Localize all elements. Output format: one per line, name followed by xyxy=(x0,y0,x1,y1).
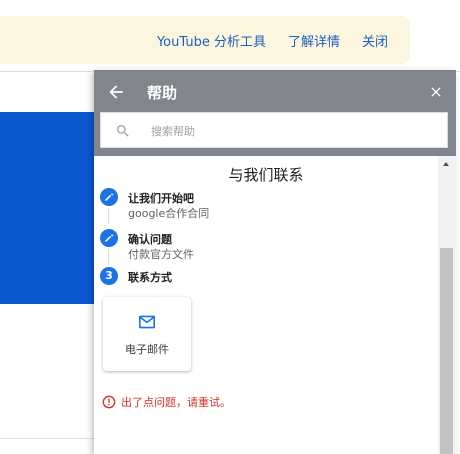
step-title: 让我们开始吧 xyxy=(128,192,194,205)
close-icon[interactable] xyxy=(428,84,444,100)
help-panel: 帮助 与我们联系 让我们开始吧 google合作合同 xyxy=(94,70,456,454)
left-divider xyxy=(0,438,100,439)
contact-heading: 与我们联系 xyxy=(228,166,304,184)
step-number-badge: 3 xyxy=(100,267,118,285)
step-connector xyxy=(108,249,109,265)
error-icon xyxy=(102,395,116,409)
email-label: 电子邮件 xyxy=(125,343,169,356)
email-contact-button[interactable]: 电子邮件 xyxy=(103,297,191,371)
learn-more-link[interactable]: 了解详情 xyxy=(288,31,340,50)
back-arrow-icon[interactable] xyxy=(106,82,126,102)
step-connector xyxy=(108,208,109,224)
notice-bar: YouTube 分析工具 了解详情 关闭 xyxy=(0,16,410,64)
pencil-icon xyxy=(100,188,118,206)
error-message: 出了点问题，请重试。 xyxy=(102,394,231,410)
search-icon xyxy=(117,125,129,137)
step-title: 联系方式 xyxy=(128,271,172,284)
step-title: 确认问题 xyxy=(128,233,172,246)
step-subtitle: 付款官方文件 xyxy=(128,248,194,261)
step-subtitle: google合作合同 xyxy=(128,207,210,220)
scrollbar[interactable] xyxy=(438,156,456,454)
youtube-analytics-link[interactable]: YouTube 分析工具 xyxy=(157,31,266,50)
notice-links: YouTube 分析工具 了解详情 关闭 xyxy=(157,31,388,50)
help-body: 与我们联系 让我们开始吧 google合作合同 确认问题 付款官方文件 3 联系… xyxy=(94,156,438,454)
scroll-up-arrow-icon[interactable] xyxy=(443,162,449,166)
search-box xyxy=(100,112,448,148)
pencil-icon xyxy=(100,229,118,247)
scroll-thumb[interactable] xyxy=(440,248,453,454)
close-notice-link[interactable]: 关闭 xyxy=(362,31,388,50)
page: YouTube 分析工具 了解详情 关闭 帮助 与我们联系 xyxy=(0,0,460,454)
help-header: 帮助 xyxy=(94,70,456,156)
mail-icon xyxy=(139,315,155,329)
search-input[interactable] xyxy=(151,121,431,141)
help-title: 帮助 xyxy=(147,84,178,102)
error-text: 出了点问题，请重试。 xyxy=(121,396,231,409)
